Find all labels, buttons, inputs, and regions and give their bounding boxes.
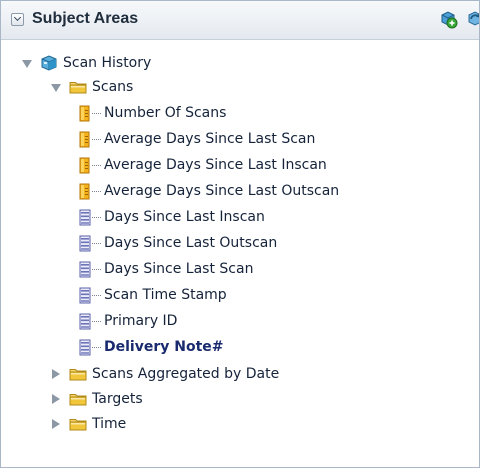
panel-header: Subject Areas [1, 1, 479, 40]
attribute-icon [79, 235, 91, 252]
tree-node-label: Scan History [63, 55, 152, 71]
collapse-toggle-icon[interactable] [52, 369, 60, 379]
tree-leaf-label: Days Since Last Outscan [104, 235, 278, 251]
measure-icon [79, 131, 91, 148]
panel-title: Subject Areas [32, 10, 139, 27]
tree-node-label: Scans Aggregated by Date [92, 366, 280, 382]
tree-connector [92, 217, 101, 219]
measure-icon [79, 183, 91, 200]
folder-icon [69, 367, 87, 381]
tree-leaf-label: Average Days Since Last Outscan [104, 183, 340, 199]
collapse-toggle-icon[interactable] [52, 419, 60, 429]
subject-areas-panel: Subject Areas Scan History Scans Number … [0, 0, 480, 468]
tree-leaf-scan-time-stamp[interactable]: Scan Time Stamp [79, 283, 227, 307]
tree-leaf-days-since-last-scan[interactable]: Days Since Last Scan [79, 257, 253, 281]
refresh-icon[interactable] [465, 9, 480, 29]
tree-leaf-label: Scan Time Stamp [104, 287, 227, 303]
measure-icon [79, 105, 91, 122]
tree-node-label: Time [92, 416, 127, 432]
tree-connector [92, 139, 101, 141]
folder-icon [69, 80, 87, 94]
tree-leaf-label: Primary ID [104, 313, 178, 329]
tree-leaf-average-days-since-last-outscan[interactable]: Average Days Since Last Outscan [79, 179, 339, 203]
tree-leaf-label: Average Days Since Last Inscan [104, 157, 327, 173]
add-subject-area-icon[interactable] [438, 9, 458, 29]
folder-icon [69, 392, 87, 406]
tree-leaf-label: Number Of Scans [104, 105, 227, 121]
tree-node-label: Targets [92, 391, 143, 407]
collapse-toggle-icon[interactable] [52, 394, 60, 404]
tree-node-scans-aggregated-by-date[interactable]: Scans Aggregated by Date [51, 362, 279, 386]
cube-icon [41, 55, 57, 71]
expand-toggle-icon[interactable] [22, 60, 32, 68]
attribute-icon [79, 313, 91, 330]
attribute-icon [79, 287, 91, 304]
folder-icon [69, 417, 87, 431]
tree-node-label: Scans [92, 79, 134, 95]
tree-leaf-label: Average Days Since Last Scan [104, 131, 316, 147]
tree-connector [92, 347, 101, 349]
tree-leaf-primary-id[interactable]: Primary ID [79, 309, 177, 333]
tree-node-scan-history[interactable]: Scan History [22, 51, 151, 75]
tree-connector [92, 295, 101, 297]
measure-icon [79, 157, 91, 174]
tree-node-time[interactable]: Time [51, 412, 126, 436]
tree-connector [92, 243, 101, 245]
tree-connector [92, 269, 101, 271]
tree-node-targets[interactable]: Targets [51, 387, 143, 411]
tree-leaf-average-days-since-last-scan[interactable]: Average Days Since Last Scan [79, 127, 315, 151]
tree-connector [92, 165, 101, 167]
tree-leaf-number-of-scans[interactable]: Number Of Scans [79, 101, 226, 125]
tree-node-scans[interactable]: Scans [51, 75, 133, 99]
tree-connector [92, 191, 101, 193]
expand-toggle-icon[interactable] [51, 84, 61, 92]
tree-leaf-delivery-note[interactable]: Delivery Note# [79, 335, 224, 359]
attribute-icon [79, 339, 91, 356]
tree-leaf-days-since-last-inscan[interactable]: Days Since Last Inscan [79, 205, 265, 229]
attribute-icon [79, 209, 91, 226]
collapse-panel-button[interactable] [11, 13, 24, 26]
tree-connector [92, 113, 101, 115]
tree-leaf-days-since-last-outscan[interactable]: Days Since Last Outscan [79, 231, 277, 255]
tree-leaf-label: Days Since Last Scan [104, 261, 254, 277]
tree-connector [92, 321, 101, 323]
tree-leaf-label-selected: Delivery Note# [104, 339, 224, 355]
tree-leaf-average-days-since-last-inscan[interactable]: Average Days Since Last Inscan [79, 153, 327, 177]
tree-leaf-label: Days Since Last Inscan [104, 209, 265, 225]
attribute-icon [79, 261, 91, 278]
